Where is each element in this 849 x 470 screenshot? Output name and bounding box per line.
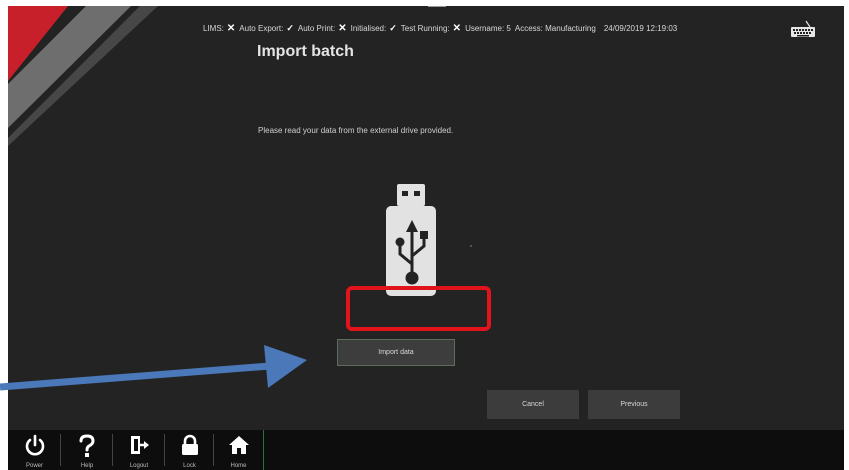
test-running-status: Test Running: ✕ bbox=[401, 23, 461, 34]
cancel-button[interactable]: Cancel bbox=[487, 390, 579, 419]
lock-label: Lock bbox=[183, 463, 196, 469]
usb-drive-icon bbox=[386, 184, 436, 296]
username-label: Username: bbox=[465, 23, 505, 33]
home-label: Home bbox=[230, 463, 247, 469]
access-label: Access: bbox=[514, 23, 543, 33]
username-status: Username: 5 bbox=[465, 24, 511, 33]
import-data-button[interactable]: Import data bbox=[337, 339, 455, 366]
auto-print-status: Auto Print: ✕ bbox=[298, 23, 347, 34]
bottom-nav-bar: Power Help Logout Lock Home bbox=[8, 430, 844, 470]
auto-export-status: Auto Export: ✓ bbox=[239, 23, 294, 34]
access-status: Access: Manufacturing bbox=[515, 24, 596, 33]
nav-group: Power Help Logout Lock Home bbox=[8, 430, 264, 470]
auto-export-label: Auto Export: bbox=[239, 23, 284, 33]
home-button[interactable]: Home bbox=[214, 430, 263, 470]
test-running-cross-icon: ✕ bbox=[452, 22, 462, 34]
username-value: 5 bbox=[506, 23, 511, 33]
lock-icon bbox=[181, 434, 198, 455]
previous-button[interactable]: Previous bbox=[588, 390, 680, 419]
home-icon bbox=[228, 436, 249, 454]
top-divider bbox=[428, 6, 446, 7]
page-title: Import batch bbox=[257, 43, 354, 60]
auto-export-check-icon: ✓ bbox=[286, 22, 294, 33]
initialised-status: Initialised: ✓ bbox=[351, 23, 397, 34]
test-running-label: Test Running: bbox=[400, 23, 450, 33]
datetime: 24/09/2019 12:19:03 bbox=[603, 23, 678, 33]
help-button[interactable]: Help bbox=[61, 430, 113, 470]
power-button[interactable]: Power bbox=[8, 430, 61, 470]
lims-label: LIMS: bbox=[203, 23, 224, 33]
keyboard-icon[interactable] bbox=[790, 20, 816, 38]
initialised-label: Initialised: bbox=[350, 23, 387, 33]
annotation-highlight-box bbox=[346, 286, 491, 331]
app-window: LIMS: ✕ Auto Export: ✓ Auto Print: ✕ Ini… bbox=[8, 6, 844, 470]
help-icon bbox=[79, 434, 95, 457]
auto-print-cross-icon: ✕ bbox=[338, 22, 347, 34]
auto-print-label: Auto Print: bbox=[297, 23, 336, 33]
lims-cross-icon: ✕ bbox=[226, 22, 236, 34]
power-icon bbox=[25, 434, 44, 456]
brand-logo bbox=[8, 6, 158, 146]
power-label: Power bbox=[25, 463, 43, 469]
logout-icon bbox=[131, 436, 149, 454]
initialised-check-icon: ✓ bbox=[389, 22, 397, 33]
status-bar: LIMS: ✕ Auto Export: ✓ Auto Print: ✕ Ini… bbox=[203, 20, 681, 36]
access-value: Manufacturing bbox=[545, 23, 596, 33]
instruction-text: Please read your data from the external … bbox=[258, 126, 454, 135]
decorative-dot bbox=[470, 245, 472, 247]
lock-button[interactable]: Lock bbox=[165, 430, 214, 470]
lims-status: LIMS: ✕ bbox=[203, 23, 235, 34]
logout-button[interactable]: Logout bbox=[113, 430, 165, 470]
help-label: Help bbox=[80, 463, 94, 469]
logout-label: Logout bbox=[129, 463, 149, 469]
